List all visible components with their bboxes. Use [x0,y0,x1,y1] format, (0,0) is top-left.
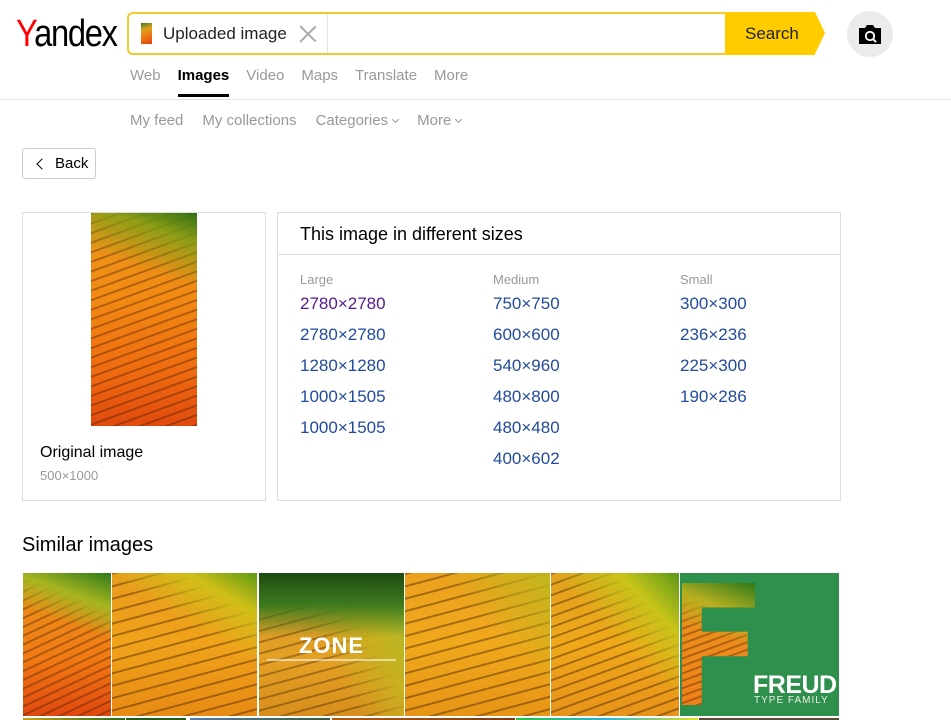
size-link[interactable]: 540×960 [493,350,560,381]
chevron-down-icon [392,115,400,124]
similar-image-tile[interactable] [405,573,550,716]
sizes-column-medium: Medium 750×750 600×600 540×960 480×800 4… [493,271,560,474]
search-input[interactable] [327,14,725,53]
nav-web[interactable]: Web [130,66,161,98]
size-link[interactable]: 2780×2780 [300,319,386,350]
size-link[interactable]: 1000×1505 [300,412,386,443]
camera-search-icon [859,24,881,44]
back-button[interactable]: Back [22,148,96,179]
similar-image-tile[interactable] [23,573,111,716]
tile-overlay-subtitle-line [267,659,396,661]
nav-video[interactable]: Video [246,66,284,98]
logo-rest: andex [34,13,118,55]
images-sub-nav: My feed My collections Categories More [130,111,480,131]
subnav-my-feed[interactable]: My feed [130,111,183,131]
size-link[interactable]: 1000×1505 [300,381,386,412]
nav-maps[interactable]: Maps [301,66,338,98]
tile-overlay-text: ZONE [298,633,365,658]
size-link[interactable]: 400×602 [493,443,560,474]
nav-more[interactable]: More [434,66,468,98]
original-image-dimensions: 500×1000 [40,468,99,483]
size-link[interactable]: 600×600 [493,319,560,350]
similar-images-title: Similar images [22,534,154,556]
chevron-left-icon [36,157,48,170]
uploaded-image-label: Uploaded image [163,23,287,43]
logo-first-letter: Y [16,13,35,55]
similar-image-tile[interactable] [551,573,679,716]
image-sizes-card: This image in different sizes Large 2780… [277,212,841,501]
subnav-categories[interactable]: Categories [315,111,400,131]
size-link[interactable]: 236×236 [680,319,747,350]
subnav-my-collections[interactable]: My collections [202,111,296,131]
sizes-column-label: Small [680,272,713,287]
subnav-categories-label: Categories [315,112,389,129]
chevron-down-icon [455,115,463,124]
sizes-column-large: Large 2780×2780 2780×2780 1280×1280 1000… [300,271,386,443]
tile-overlay-subtitle: TYPE FAMILY [754,695,829,706]
nav-images[interactable]: Images [177,66,229,98]
sizes-column-label: Medium [493,272,540,287]
subnav-more-label: More [417,112,452,129]
yandex-logo[interactable]: Yandex [16,12,118,56]
size-link[interactable]: 1280×1280 [300,350,386,381]
tile-letter-f-graphic [682,583,755,705]
subnav-more[interactable]: More [417,111,463,131]
subnav-my-feed-label: My feed [130,112,184,129]
header-divider [0,99,951,100]
original-image-title: Original image [40,444,144,461]
similar-image-tile[interactable] [112,573,257,716]
image-search-button[interactable] [847,11,893,57]
original-image-card: Original image 500×1000 [22,212,266,501]
size-link[interactable]: 190×286 [680,381,747,412]
sizes-column-small: Small 300×300 236×236 225×300 190×286 [680,271,747,412]
size-link[interactable]: 750×750 [493,288,560,319]
similar-image-tile[interactable]: FREUD TYPE FAMILY [680,573,839,716]
size-link[interactable]: 300×300 [680,288,747,319]
size-link[interactable]: 2780×2780 [300,288,386,319]
original-image-thumbnail[interactable] [91,213,197,426]
sizes-column-label: Large [300,272,334,287]
close-icon[interactable] [299,25,317,43]
similar-image-tile[interactable]: ZONE [259,573,404,716]
size-link[interactable]: 225×300 [680,350,747,381]
uploaded-image-thumbnail [141,23,152,44]
uploaded-image-chip[interactable]: Uploaded image [129,14,328,53]
subnav-my-collections-label: My collections [202,112,297,129]
size-link[interactable]: 480×480 [493,412,560,443]
search-box: Uploaded image [127,12,725,55]
nav-translate[interactable]: Translate [355,66,417,98]
search-button[interactable]: Search [725,12,825,55]
back-button-label: Back [55,155,89,172]
search-bar: Uploaded image Search [127,12,827,55]
size-link[interactable]: 480×800 [493,381,560,412]
image-sizes-title: This image in different sizes [278,213,840,255]
service-nav: Web Images Video Maps Translate More [130,66,485,98]
